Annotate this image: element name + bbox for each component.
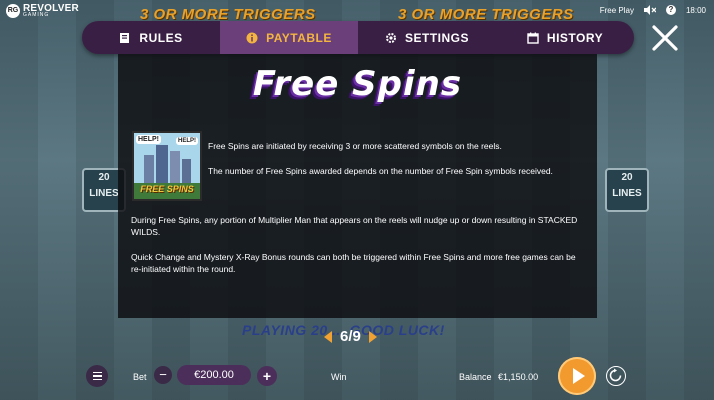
bet-decrease-button[interactable]: −	[154, 366, 172, 384]
gear-icon	[385, 32, 396, 43]
logo-badge: RG	[6, 3, 20, 18]
page-pager: 6/9	[324, 328, 377, 345]
page-title: Free Spins	[252, 64, 463, 104]
spin-button[interactable]	[558, 357, 596, 395]
info-tabs: RULES PAYTABLE SETTINGS HISTORY	[82, 21, 634, 54]
tab-history[interactable]: HISTORY	[496, 21, 634, 54]
bottom-bar: Bet − €200.00 + Win Balance €1,150.00	[0, 356, 714, 400]
bet-increase-button[interactable]: +	[257, 366, 277, 386]
info-icon	[246, 32, 258, 43]
autoplay-icon	[609, 368, 622, 382]
paragraph-stacked-wilds: During Free Spins, any portion of Multip…	[131, 215, 578, 237]
symbol-label: FREE SPINS	[140, 184, 194, 194]
tab-paytable[interactable]: PAYTABLE	[220, 21, 358, 54]
paytable-panel: Free Spins HELP! HELP! FREE SPINS Free S…	[118, 54, 597, 318]
tab-label: HISTORY	[546, 30, 604, 45]
paragraph-trigger: Free Spins are initiated by receiving 3 …	[208, 141, 502, 151]
bet-amount[interactable]: €200.00	[177, 365, 251, 385]
prev-page-arrow-icon[interactable]	[324, 330, 332, 343]
symbol-help-left: HELP!	[136, 135, 161, 144]
bet-label: Bet	[133, 372, 147, 382]
next-page-arrow-icon[interactable]	[368, 330, 377, 343]
help-icon[interactable]: ?	[665, 5, 676, 15]
calendar-icon	[527, 32, 539, 44]
menu-button[interactable]	[86, 365, 108, 387]
tab-label: SETTINGS	[404, 30, 469, 45]
brand-logo: RG REVOLVER GAMING	[6, 3, 79, 18]
balance-display: Balance €1,150.00	[459, 372, 538, 382]
tab-label: RULES	[139, 30, 183, 45]
balance-value: €1,150.00	[498, 372, 539, 382]
tab-settings[interactable]: SETTINGS	[358, 21, 496, 54]
win-label: Win	[331, 372, 347, 382]
paragraph-award: The number of Free Spins awarded depends…	[208, 166, 553, 176]
play-mode-label: Free Play	[599, 5, 634, 15]
page-indicator: 6/9	[340, 328, 361, 345]
top-bar: RG REVOLVER GAMING Free Play ? 18:00	[0, 0, 714, 22]
symbol-help-right: HELP!	[176, 137, 198, 145]
tab-rules[interactable]: RULES	[82, 21, 220, 54]
lines-badge-right: 20 LINES	[605, 168, 649, 212]
paragraph-bonus-rounds: Quick Change and Mystery X-Ray Bonus rou…	[131, 252, 576, 274]
mute-icon[interactable]	[643, 5, 656, 15]
book-icon	[120, 32, 130, 43]
balance-label: Balance	[459, 372, 492, 382]
clock-time: 18:00	[685, 5, 706, 15]
tab-label: PAYTABLE	[266, 30, 332, 45]
free-spins-symbol: HELP! HELP! FREE SPINS	[132, 131, 202, 201]
close-icon[interactable]	[652, 25, 678, 51]
autoplay-button[interactable]	[606, 366, 626, 386]
hamburger-icon	[92, 371, 102, 374]
